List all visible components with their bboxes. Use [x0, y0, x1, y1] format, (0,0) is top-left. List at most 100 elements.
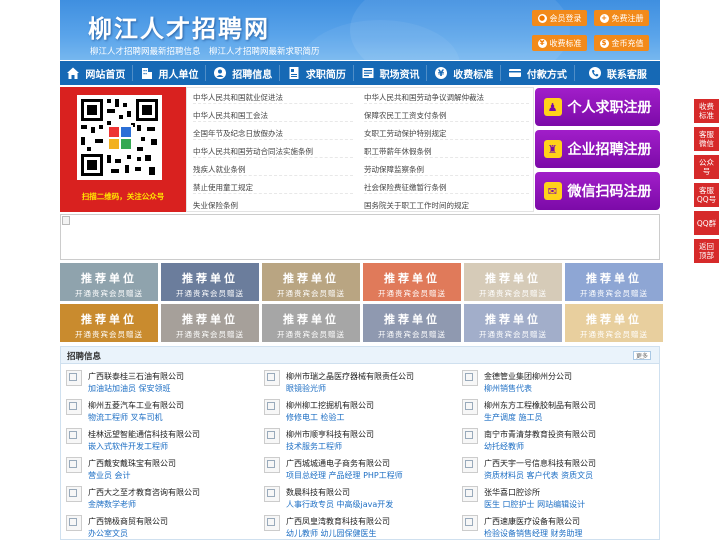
side-float-item[interactable]: 公众号 — [694, 155, 719, 179]
wechat-register-button[interactable]: ✉ 微信扫码注册 — [535, 172, 660, 210]
nav-item-payment[interactable]: 付款方式 — [501, 61, 574, 85]
law-link[interactable]: 女职工劳动保护特别规定 — [364, 128, 529, 140]
company-logo-icon[interactable] — [66, 428, 82, 444]
law-link[interactable]: 保障农民工工资支付条例 — [364, 110, 529, 122]
job-positions-link[interactable]: 物流工程师 叉车司机 — [88, 412, 163, 423]
job-positions-link[interactable]: 幼儿教师 幼儿园保健医生 — [286, 528, 377, 539]
company-name-link[interactable]: 广西大之至才教育咨询有限公司 — [88, 487, 200, 498]
job-positions-link[interactable]: 项目总经理 产品经理 PHP工程师 — [286, 470, 403, 481]
member-login-button[interactable]: ● 会员登录 — [532, 10, 587, 26]
law-link[interactable]: 中华人民共和国就业促进法 — [193, 92, 353, 104]
company-register-button[interactable]: ♜ 企业招聘注册 — [535, 130, 660, 168]
side-float-item[interactable]: 返回顶部 — [694, 239, 719, 263]
law-link[interactable]: 社会保险费征缴暂行条例 — [364, 182, 529, 194]
recommend-tile[interactable]: 推荐单位 开通贵宾会员赠送 — [161, 263, 259, 301]
recommend-tile[interactable]: 推荐单位 开通贵宾会员赠送 — [363, 263, 461, 301]
company-logo-icon[interactable] — [264, 486, 280, 502]
law-link[interactable]: 劳动保障监察条例 — [364, 164, 529, 176]
job-positions-link[interactable]: 柳州销售代表 — [484, 383, 532, 394]
company-name-link[interactable]: 广西城城通电子商务有限公司 — [286, 458, 390, 469]
site-logo-title[interactable]: 柳江人才招聘网 — [88, 9, 270, 44]
law-link[interactable]: 全国年节及纪念日放假办法 — [193, 128, 353, 140]
law-link[interactable]: 中华人民共和国劳动争议调解仲裁法 — [364, 92, 529, 104]
recommend-tile[interactable]: 推荐单位 开通贵宾会员赠送 — [262, 304, 360, 342]
coin-recharge-button[interactable]: $ 金币充值 — [594, 35, 649, 51]
job-positions-link[interactable]: 眼镜验光师 — [286, 383, 326, 394]
company-logo-icon[interactable] — [462, 486, 478, 502]
nav-item-fees[interactable]: ¥ 收费标准 — [427, 61, 500, 85]
company-logo-icon[interactable] — [66, 399, 82, 415]
job-positions-link[interactable]: 营业员 会计 — [88, 470, 131, 481]
company-logo-icon[interactable] — [462, 370, 478, 386]
job-positions-link[interactable]: 修修电工 检验工 — [286, 412, 345, 423]
company-name-link[interactable]: 柳州柳工挖掘机有限公司 — [286, 400, 374, 411]
company-name-link[interactable]: 柳州市瑞之晶医疗器械有限责任公司 — [286, 371, 414, 382]
company-name-link[interactable]: 金德管业集团柳州分公司 — [484, 371, 572, 382]
company-logo-icon[interactable] — [264, 515, 280, 531]
company-name-link[interactable]: 广西锦极商贸有限公司 — [88, 516, 168, 527]
qr-code-image[interactable] — [77, 95, 162, 180]
job-positions-link[interactable]: 生产调度 施工员 — [484, 412, 543, 423]
recommend-tile[interactable]: 推荐单位 开通贵宾会员赠送 — [464, 263, 562, 301]
recommend-tile[interactable]: 推荐单位 开通贵宾会员赠送 — [565, 263, 663, 301]
job-positions-link[interactable]: 办公室文员 — [88, 528, 128, 539]
personal-register-button[interactable]: ♟ 个人求职注册 — [535, 88, 660, 126]
company-logo-icon[interactable] — [462, 428, 478, 444]
recommend-tile[interactable]: 推荐单位 开通贵宾会员赠送 — [262, 263, 360, 301]
job-positions-link[interactable]: 嵌入式软件开发工程师 — [88, 441, 168, 452]
company-name-link[interactable]: 桂林远望智能通信科技有限公司 — [88, 429, 200, 440]
company-name-link[interactable]: 广西戴安戴珠宝有限公司 — [88, 458, 176, 469]
more-jobs-link[interactable]: 更多 — [633, 351, 651, 360]
company-logo-icon[interactable] — [264, 370, 280, 386]
side-float-item[interactable]: QQ群 — [694, 211, 719, 235]
company-name-link[interactable]: 数晨科技有限公司 — [286, 487, 350, 498]
company-logo-icon[interactable] — [462, 515, 478, 531]
job-positions-link[interactable]: 医生 口腔护士 网站编辑设计 — [484, 499, 585, 510]
nav-item-contact[interactable]: 联系客服 — [575, 61, 660, 85]
company-name-link[interactable]: 南宁市青清芽教育投资有限公司 — [484, 429, 596, 440]
company-name-link[interactable]: 柳州五菱汽车工业有限公司 — [88, 400, 184, 411]
company-logo-icon[interactable] — [462, 457, 478, 473]
nav-item-employers[interactable]: 用人单位 — [133, 61, 206, 85]
fee-standard-button[interactable]: ¥ 收费标准 — [532, 35, 587, 51]
company-logo-icon[interactable] — [264, 399, 280, 415]
job-positions-link[interactable]: 人事行政专员 中高级java开发 — [286, 499, 393, 510]
law-link[interactable]: 残疾人就业条例 — [193, 164, 353, 176]
company-name-link[interactable]: 广西天宇一号信息科技有限公司 — [484, 458, 596, 469]
job-positions-link[interactable]: 金牌数学老师 — [88, 499, 136, 510]
recommend-tile[interactable]: 推荐单位 开通贵宾会员赠送 — [60, 263, 158, 301]
company-name-link[interactable]: 广西联泰桂三石油有限公司 — [88, 371, 184, 382]
job-positions-link[interactable]: 资质材料员 客户代表 资质文员 — [484, 470, 593, 481]
nav-item-jobs[interactable]: 招聘信息 — [206, 61, 279, 85]
job-positions-link[interactable]: 技术服务工程师 — [286, 441, 342, 452]
law-link[interactable]: 禁止使用童工规定 — [193, 182, 353, 194]
law-link[interactable]: 中华人民共和国工会法 — [193, 110, 353, 122]
side-float-item[interactable]: 客服微信 — [694, 127, 719, 151]
law-link[interactable]: 职工带薪年休假条例 — [364, 146, 529, 158]
company-name-link[interactable]: 张华喜口腔诊所 — [484, 487, 540, 498]
law-link[interactable]: 失业保险条例 — [193, 200, 353, 211]
company-name-link[interactable]: 柳州市顺亨科技有限公司 — [286, 429, 374, 440]
recommend-tile[interactable]: 推荐单位 开通贵宾会员赠送 — [464, 304, 562, 342]
latest-info-marquee[interactable]: 柳江人才招聘网最新招聘信息 柳江人才招聘网最新求职简历 — [90, 45, 320, 57]
company-name-link[interactable]: 广西凤皇湾教育科技有限公司 — [286, 516, 390, 527]
side-float-item[interactable]: 收费标准 — [694, 99, 719, 123]
company-logo-icon[interactable] — [264, 428, 280, 444]
company-name-link[interactable]: 柳州东方工程橡胶制品有限公司 — [484, 400, 596, 411]
job-positions-link[interactable]: 检验设备销售经理 财务助理 — [484, 528, 583, 539]
company-logo-icon[interactable] — [66, 515, 82, 531]
nav-item-resumes[interactable]: 求职简历 — [280, 61, 353, 85]
company-logo-icon[interactable] — [66, 370, 82, 386]
side-float-item[interactable]: 客服QQ号 — [694, 183, 719, 207]
company-logo-icon[interactable] — [462, 399, 478, 415]
job-positions-link[interactable]: 幼托经教师 — [484, 441, 524, 452]
company-name-link[interactable]: 广西速康医疗设备有限公司 — [484, 516, 580, 527]
company-logo-icon[interactable] — [66, 486, 82, 502]
law-link[interactable]: 国务院关于职工工作时间的规定 — [364, 200, 529, 211]
job-positions-link[interactable]: 加油站加油员 保安领班 — [88, 383, 171, 394]
free-register-button[interactable]: + 免费注册 — [594, 10, 649, 26]
company-logo-icon[interactable] — [264, 457, 280, 473]
company-logo-icon[interactable] — [66, 457, 82, 473]
nav-item-home[interactable]: 网站首页 — [60, 61, 132, 85]
nav-item-news[interactable]: 职场资讯 — [354, 61, 427, 85]
